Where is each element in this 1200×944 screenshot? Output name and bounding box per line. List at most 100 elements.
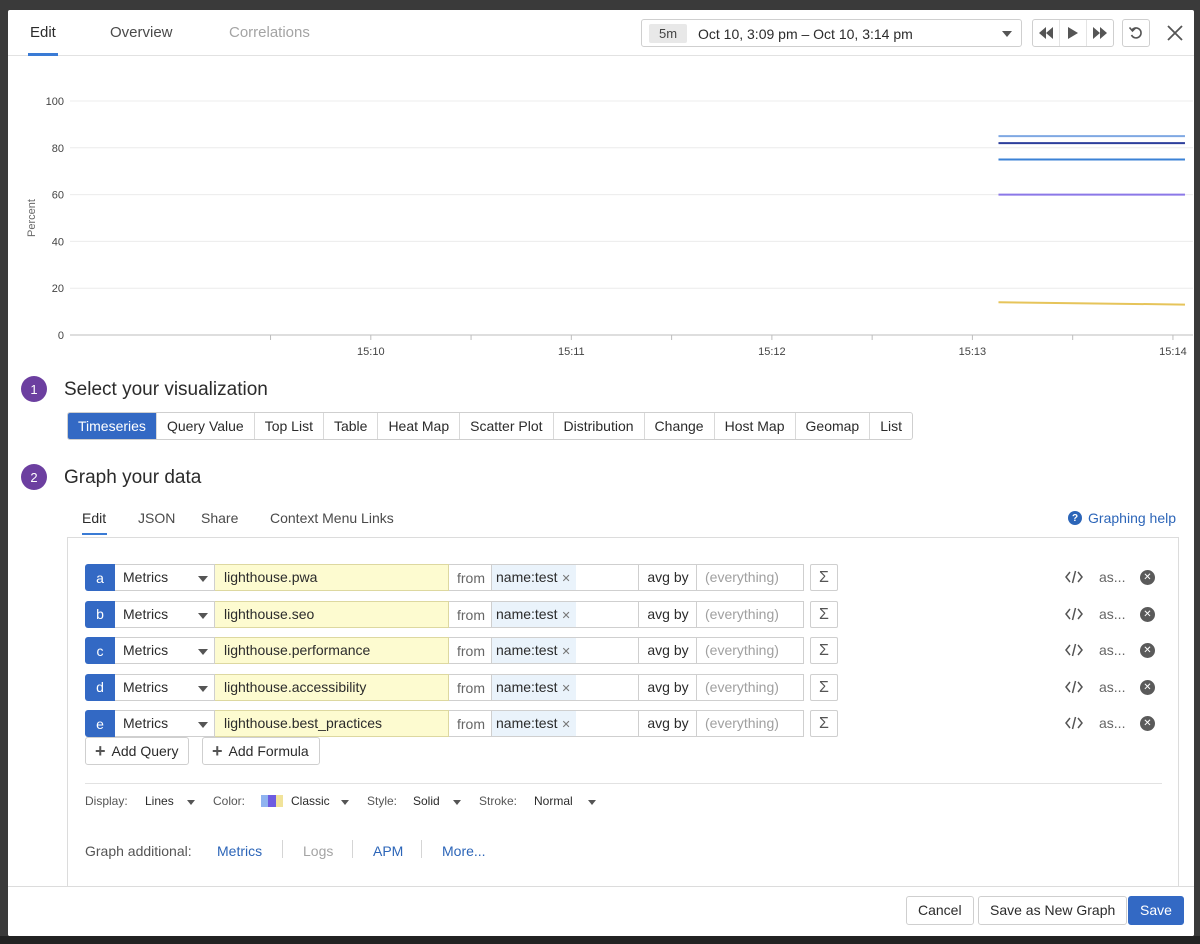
- add-formula-button[interactable]: + Add Formula: [202, 737, 320, 765]
- viz-type-query-value[interactable]: Query Value: [155, 413, 254, 439]
- graph-editor-modal: Edit Overview Correlations 5m Oct 10, 3:…: [8, 10, 1194, 936]
- aggregation-select[interactable]: avg by: [639, 710, 697, 737]
- tab-edit[interactable]: Edit: [30, 24, 56, 41]
- code-icon[interactable]: [1065, 679, 1083, 695]
- remove-query-icon[interactable]: ✕: [1140, 570, 1155, 585]
- viz-type-geomap[interactable]: Geomap: [794, 413, 870, 439]
- code-icon[interactable]: [1065, 642, 1083, 658]
- display-select[interactable]: Lines: [145, 794, 174, 808]
- subtab-edit[interactable]: Edit: [82, 510, 106, 526]
- viz-type-scatter-plot[interactable]: Scatter Plot: [459, 413, 552, 439]
- function-button[interactable]: Σ: [810, 600, 838, 628]
- viz-type-heat-map[interactable]: Heat Map: [377, 413, 459, 439]
- data-source-select[interactable]: Metrics: [115, 600, 215, 628]
- query-letter[interactable]: d: [85, 673, 115, 701]
- viz-type-top-list[interactable]: Top List: [253, 413, 323, 439]
- aggregation-select[interactable]: avg by: [639, 564, 697, 591]
- remove-query-icon[interactable]: ✕: [1140, 716, 1155, 731]
- graph-additional-logs[interactable]: Logs: [303, 843, 333, 859]
- function-button[interactable]: Σ: [810, 637, 838, 664]
- modal-header: Edit Overview Correlations 5m Oct 10, 3:…: [8, 10, 1194, 56]
- aggregation-select[interactable]: avg by: [639, 600, 697, 628]
- tag-filter-input[interactable]: name:test ✕: [491, 637, 639, 664]
- group-by-input[interactable]: (everything): [696, 564, 804, 591]
- tag-chip: name:test ✕: [492, 565, 576, 590]
- metric-input[interactable]: lighthouse.pwa: [215, 564, 449, 591]
- play-button[interactable]: [1059, 20, 1086, 46]
- remove-query-icon[interactable]: ✕: [1140, 679, 1155, 695]
- graphing-help-link[interactable]: ? Graphing help: [1068, 510, 1176, 526]
- remove-query-icon[interactable]: ✕: [1140, 643, 1155, 658]
- fast-forward-button[interactable]: [1086, 20, 1113, 46]
- subtab-share[interactable]: Share: [201, 510, 238, 526]
- viz-type-distribution[interactable]: Distribution: [552, 413, 644, 439]
- aggregation-select[interactable]: avg by: [639, 673, 697, 701]
- color-select[interactable]: Classic: [291, 794, 330, 808]
- alias-input[interactable]: as...: [1099, 715, 1125, 731]
- alias-input[interactable]: as...: [1099, 679, 1125, 695]
- tab-correlations[interactable]: Correlations: [229, 24, 310, 41]
- aggregation-select[interactable]: avg by: [639, 637, 697, 664]
- graph-additional-apm[interactable]: APM: [373, 843, 403, 859]
- viz-type-host-map[interactable]: Host Map: [713, 413, 795, 439]
- function-button[interactable]: Σ: [810, 673, 838, 701]
- metric-input[interactable]: lighthouse.performance: [215, 637, 449, 664]
- subtab-json[interactable]: JSON: [138, 510, 175, 526]
- viz-type-table[interactable]: Table: [322, 413, 377, 439]
- group-by-input[interactable]: (everything): [696, 710, 804, 737]
- metric-input[interactable]: lighthouse.seo: [215, 600, 449, 628]
- rewind-button[interactable]: [1033, 20, 1059, 46]
- viz-type-list[interactable]: List: [869, 413, 912, 439]
- group-by-input[interactable]: (everything): [696, 637, 804, 664]
- from-label: from: [449, 600, 493, 628]
- tag-filter-input[interactable]: name:test ✕: [491, 600, 639, 628]
- tag-filter-input[interactable]: name:test ✕: [491, 564, 639, 591]
- code-icon[interactable]: [1065, 569, 1083, 585]
- remove-tag-icon[interactable]: ✕: [561, 610, 570, 622]
- add-query-button[interactable]: + Add Query: [85, 737, 190, 765]
- remove-query-icon[interactable]: ✕: [1140, 606, 1155, 622]
- viz-type-timeseries[interactable]: Timeseries: [68, 413, 156, 439]
- tag-filter-input[interactable]: name:test ✕: [491, 673, 639, 701]
- remove-tag-icon[interactable]: ✕: [561, 719, 570, 731]
- subtab-context-menu-links[interactable]: Context Menu Links: [270, 510, 394, 526]
- metric-input[interactable]: lighthouse.best_practices: [215, 710, 449, 737]
- query-letter[interactable]: c: [85, 637, 115, 664]
- alias-input[interactable]: as...: [1099, 569, 1125, 585]
- remove-tag-icon[interactable]: ✕: [561, 646, 570, 658]
- graph-additional-more[interactable]: More...: [442, 843, 486, 859]
- data-source-select[interactable]: Metrics: [115, 637, 215, 664]
- time-range-text: Oct 10, 3:09 pm – Oct 10, 3:14 pm: [698, 26, 913, 42]
- style-select[interactable]: Solid: [413, 794, 440, 808]
- query-letter[interactable]: a: [85, 564, 115, 591]
- viz-type-change[interactable]: Change: [643, 413, 714, 439]
- data-source-select[interactable]: Metrics: [115, 673, 215, 701]
- function-button[interactable]: Σ: [810, 710, 838, 737]
- save-as-new-graph-button[interactable]: Save as New Graph: [978, 896, 1128, 925]
- code-icon[interactable]: [1065, 715, 1083, 731]
- close-icon[interactable]: [1165, 23, 1185, 43]
- reset-time-button[interactable]: [1122, 19, 1150, 47]
- remove-tag-icon[interactable]: ✕: [561, 573, 570, 585]
- function-button[interactable]: Σ: [810, 564, 838, 591]
- y-tick-label: 100: [46, 96, 64, 108]
- data-source-select[interactable]: Metrics: [115, 564, 215, 591]
- add-query-label: Add Query: [111, 743, 179, 759]
- group-by-input[interactable]: (everything): [696, 673, 804, 701]
- query-letter[interactable]: b: [85, 600, 115, 628]
- cancel-button[interactable]: Cancel: [906, 896, 974, 925]
- tab-overview[interactable]: Overview: [110, 24, 173, 41]
- alias-input[interactable]: as...: [1099, 642, 1125, 658]
- metric-input[interactable]: lighthouse.accessibility: [215, 673, 449, 701]
- tag-filter-input[interactable]: name:test ✕: [491, 710, 639, 737]
- query-letter[interactable]: e: [85, 710, 115, 737]
- time-range-picker[interactable]: 5m Oct 10, 3:09 pm – Oct 10, 3:14 pm: [641, 19, 1022, 47]
- alias-input[interactable]: as...: [1099, 606, 1125, 622]
- stroke-select[interactable]: Normal: [534, 794, 573, 808]
- group-by-input[interactable]: (everything): [696, 600, 804, 628]
- graph-additional-metrics[interactable]: Metrics: [217, 843, 262, 859]
- code-icon[interactable]: [1065, 606, 1083, 622]
- data-source-select[interactable]: Metrics: [115, 710, 215, 737]
- save-button[interactable]: Save: [1128, 896, 1184, 925]
- remove-tag-icon[interactable]: ✕: [561, 683, 570, 695]
